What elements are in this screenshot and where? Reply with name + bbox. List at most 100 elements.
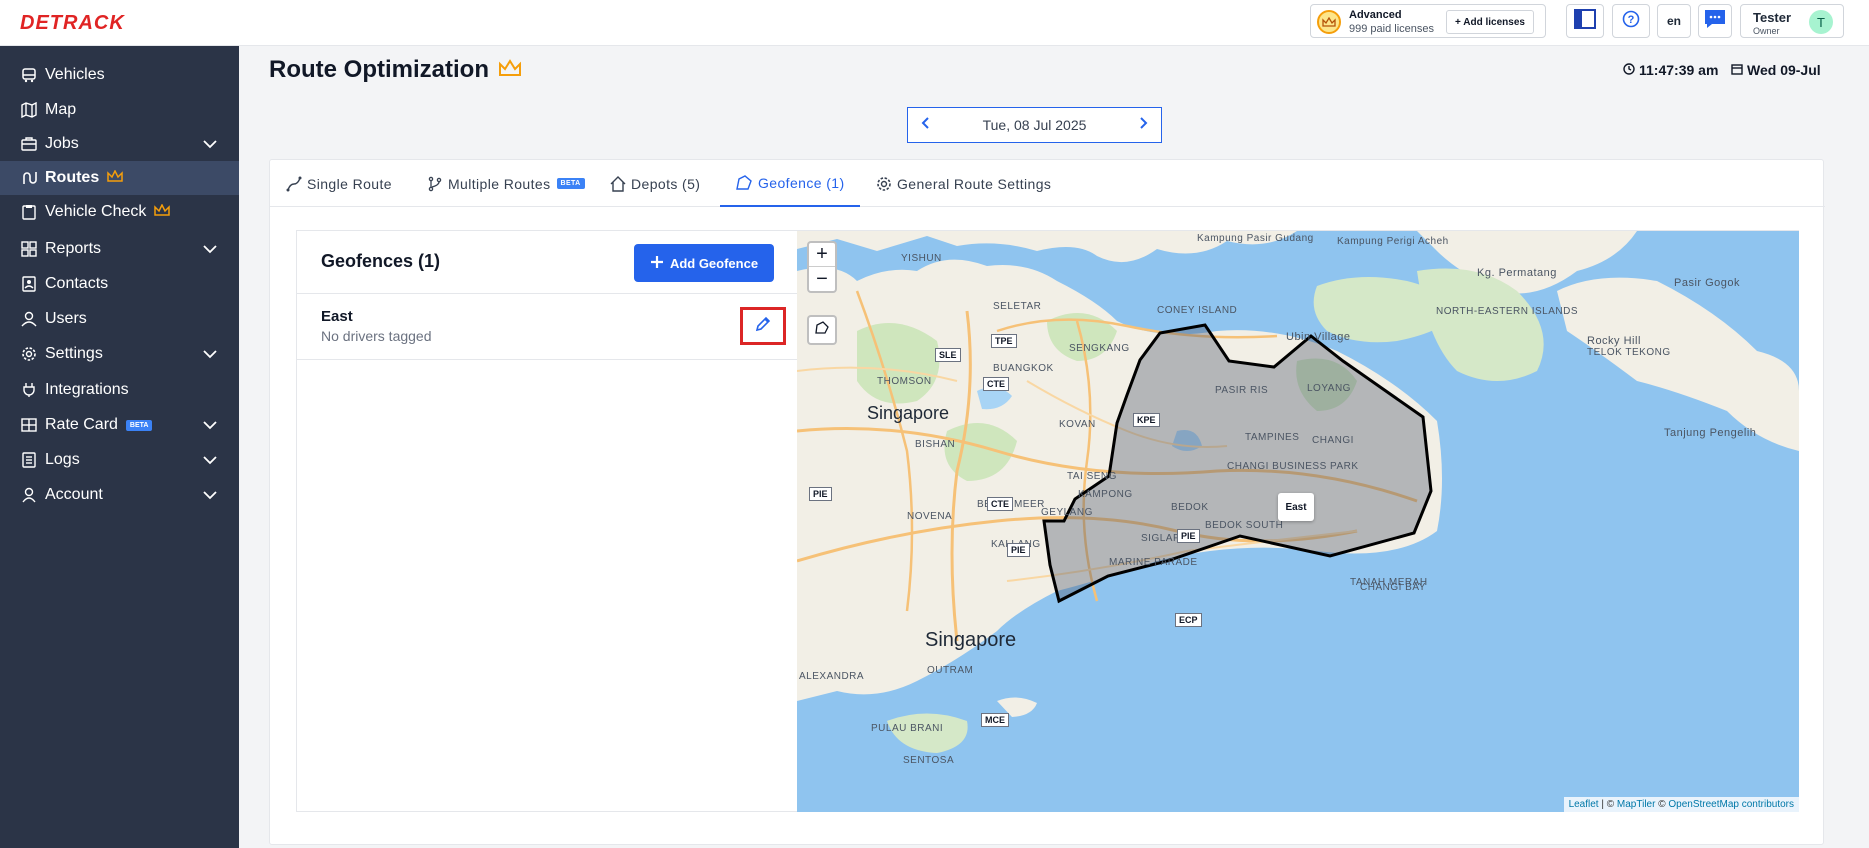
user-name: Tester bbox=[1753, 10, 1792, 25]
detrack-logo[interactable]: DETRACK bbox=[20, 12, 125, 35]
maptiler-link[interactable]: MapTiler bbox=[1617, 799, 1656, 810]
sidebar-item-routes[interactable]: Routes bbox=[0, 161, 239, 195]
sidebar: Vehicles Map Jobs Routes Vehicle Check R… bbox=[0, 46, 239, 848]
add-geofence-button[interactable]: Add Geofence bbox=[634, 244, 774, 282]
geofence-map[interactable]: Singapore Singapore YISHUN SELETAR SENGK… bbox=[797, 230, 1799, 812]
sidebar-item-label: Vehicles bbox=[45, 66, 105, 83]
tab-multiple-routes[interactable]: Multiple Routes BETA bbox=[427, 160, 585, 207]
home-icon bbox=[610, 175, 626, 192]
sidebar-item-account[interactable]: Account bbox=[0, 478, 239, 512]
branch-icon bbox=[427, 176, 443, 192]
sidebar-item-settings[interactable]: Settings bbox=[0, 337, 239, 371]
license-plan: Advanced bbox=[1349, 9, 1402, 21]
sidebar-toggle-button[interactable] bbox=[1566, 4, 1604, 38]
chat-icon bbox=[1704, 9, 1726, 34]
geofence-drivers: No drivers tagged bbox=[321, 328, 432, 344]
map-place-label: ALEXANDRA bbox=[799, 671, 865, 682]
chevron-left-icon[interactable] bbox=[920, 116, 930, 134]
sidebar-item-vehicle-check[interactable]: Vehicle Check bbox=[0, 195, 239, 229]
geofence-panel-title: Geofences (1) bbox=[321, 251, 441, 271]
attribution-sep: | © bbox=[1598, 799, 1617, 810]
map-place-label: SENGKANG bbox=[1069, 343, 1130, 354]
geofence-panel: Geofences (1) Add Geofence East No drive… bbox=[296, 230, 799, 812]
leaflet-link[interactable]: Leaflet bbox=[1569, 799, 1599, 810]
zoom-out-button[interactable]: − bbox=[809, 267, 835, 291]
chevron-down-icon bbox=[203, 452, 217, 470]
map-place-label: BEDOK bbox=[1171, 502, 1209, 513]
map-attribution: Leaflet | © MapTiler © OpenStreetMap con… bbox=[1563, 797, 1799, 812]
tab-depots[interactable]: Depots (5) bbox=[610, 160, 700, 207]
user-menu[interactable]: Tester Owner T bbox=[1740, 4, 1844, 38]
sidebar-item-label: Vehicle Check bbox=[45, 203, 147, 220]
sidebar-item-label: Map bbox=[45, 101, 77, 118]
map-place-label: Kampung Perigi Acheh bbox=[1337, 236, 1449, 247]
grid-icon bbox=[20, 240, 38, 258]
osm-link[interactable]: OpenStreetMap contributors bbox=[1668, 799, 1794, 810]
sidebar-item-label: Account bbox=[45, 486, 103, 503]
sidebar-item-contacts[interactable]: Contacts bbox=[0, 267, 239, 301]
tab-label: General Route Settings bbox=[897, 175, 1052, 192]
draw-polygon-button[interactable] bbox=[807, 315, 837, 345]
add-licenses-button[interactable]: + Add licenses bbox=[1446, 10, 1534, 34]
road-shield: PIE bbox=[1177, 529, 1200, 543]
sidebar-item-jobs[interactable]: Jobs bbox=[0, 127, 239, 161]
pencil-icon bbox=[755, 316, 771, 337]
crown-icon bbox=[498, 56, 522, 84]
clock-icon bbox=[1623, 62, 1635, 78]
road-shield: SLE bbox=[935, 348, 961, 362]
beta-badge: BETA bbox=[125, 419, 153, 431]
sidebar-item-users[interactable]: Users bbox=[0, 302, 239, 336]
time-text: 11:47:39 am bbox=[1639, 62, 1719, 78]
map-icon bbox=[20, 101, 38, 119]
sidebar-item-label: Jobs bbox=[45, 135, 79, 152]
sidebar-item-label: Settings bbox=[45, 345, 103, 362]
sidebar-item-reports[interactable]: Reports bbox=[0, 232, 239, 266]
map-place-label: TAI SENG bbox=[1067, 471, 1117, 482]
sidebar-item-label: Contacts bbox=[45, 275, 109, 292]
geofence-polygon-label[interactable]: East bbox=[1278, 493, 1314, 521]
sidebar-item-integrations[interactable]: Integrations bbox=[0, 373, 239, 407]
chevron-right-icon[interactable] bbox=[1139, 116, 1149, 134]
vehicle-icon bbox=[20, 66, 38, 84]
tab-label: Geofence (1) bbox=[758, 174, 845, 191]
plus-icon bbox=[650, 255, 664, 272]
page-title-text: Route Optimization bbox=[269, 56, 489, 83]
sidebar-item-vehicles[interactable]: Vehicles bbox=[0, 58, 239, 92]
sidebar-item-logs[interactable]: Logs bbox=[0, 443, 239, 477]
map-place-label: KOVAN bbox=[1059, 419, 1096, 430]
map-place-label: BUANGKOK bbox=[993, 363, 1054, 374]
chat-button[interactable] bbox=[1698, 4, 1732, 38]
geofence-list-item[interactable]: East No drivers tagged bbox=[297, 294, 799, 360]
zoom-in-button[interactable]: + bbox=[809, 243, 835, 267]
sidebar-item-rate-card[interactable]: Rate Card BETA bbox=[0, 408, 239, 442]
map-place-label: NORTH-EASTERN ISLANDS bbox=[1436, 306, 1579, 317]
language-button[interactable]: en bbox=[1657, 4, 1691, 38]
polygon-icon bbox=[814, 320, 830, 340]
road-shield: CTE bbox=[983, 377, 1009, 391]
zoom-control: + − bbox=[807, 241, 837, 293]
sidebar-item-label: Reports bbox=[45, 240, 102, 257]
tab-general-route-settings[interactable]: General Route Settings bbox=[876, 160, 1051, 207]
tab-geofence[interactable]: Geofence (1) bbox=[720, 160, 860, 207]
help-icon: ? bbox=[1622, 10, 1640, 33]
selected-date[interactable]: Tue, 08 Jul 2025 bbox=[983, 117, 1087, 133]
edit-geofence-button[interactable] bbox=[740, 307, 786, 345]
add-geofence-label: Add Geofence bbox=[669, 255, 759, 271]
sidebar-item-label: Integrations bbox=[45, 381, 129, 398]
page-title: Route Optimization bbox=[269, 56, 522, 84]
road-shield: TPE bbox=[991, 334, 1017, 348]
sidebar-item-map[interactable]: Map bbox=[0, 93, 239, 127]
map-place-label: TELOK TEKONG bbox=[1587, 347, 1671, 358]
road-shield: KPE bbox=[1133, 413, 1160, 427]
help-button[interactable]: ? bbox=[1612, 4, 1650, 38]
user-role: Owner bbox=[1753, 26, 1780, 36]
chevron-down-icon bbox=[203, 136, 217, 154]
map-place-label: NOVENA bbox=[907, 511, 953, 522]
account-icon bbox=[20, 486, 38, 504]
date-navigator: Tue, 08 Jul 2025 bbox=[907, 107, 1162, 143]
tab-label: Depots (5) bbox=[631, 175, 701, 192]
crown-icon bbox=[107, 169, 123, 187]
attribution-sep: © bbox=[1655, 799, 1669, 810]
map-place-label: PASIR RIS bbox=[1215, 385, 1269, 396]
tab-single-route[interactable]: Single Route bbox=[286, 160, 392, 207]
